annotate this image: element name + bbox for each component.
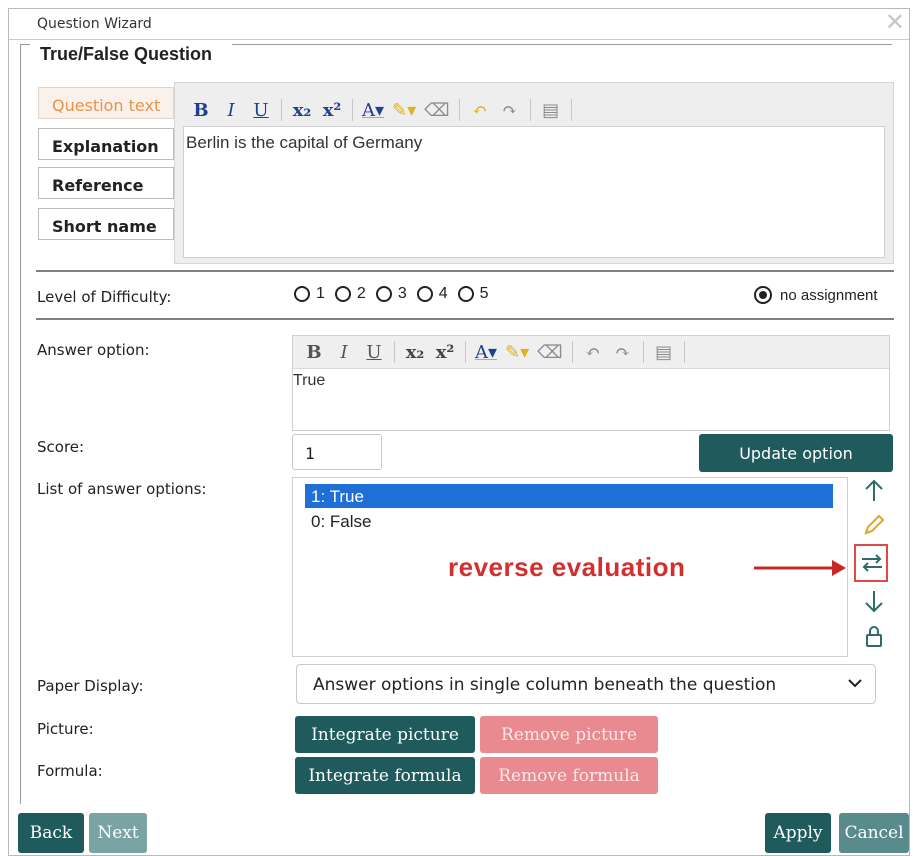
tab-question-text[interactable]: Question text <box>38 87 174 119</box>
paste-icon[interactable]: ▤ <box>540 100 562 121</box>
window-title: Question Wizard <box>37 16 152 32</box>
toolbar-separator <box>281 99 282 121</box>
superscript-icon[interactable]: x² <box>321 100 343 121</box>
difficulty-option-1[interactable]: 1 <box>294 285 325 303</box>
list-item[interactable]: 1: True <box>305 484 833 508</box>
toolbar-separator <box>465 341 466 363</box>
answer-option-editor: B I U x₂ x² A▾ ✎▾ ⌫ ↶ ↷ ▤ True <box>292 335 890 431</box>
bold-icon[interactable]: B <box>190 100 212 121</box>
answer-option-text[interactable]: True <box>293 372 325 390</box>
undo-icon[interactable]: ↶ <box>582 342 604 363</box>
redo-icon[interactable]: ↷ <box>612 342 634 363</box>
answer-editor-toolbar: B I U x₂ x² A▾ ✎▾ ⌫ ↶ ↷ ▤ <box>299 338 690 366</box>
tab-explanation[interactable]: Explanation <box>38 128 174 160</box>
close-icon[interactable]: ✕ <box>885 11 905 35</box>
toolbar-separator <box>529 99 531 121</box>
score-input[interactable]: 1 <box>292 434 382 470</box>
answer-editor-toolbar-bar: B I U x₂ x² A▾ ✎▾ ⌫ ↶ ↷ ▤ <box>293 336 889 369</box>
group-border <box>20 44 21 804</box>
paper-display-label: Paper Display: <box>37 677 144 695</box>
divider <box>36 270 894 272</box>
redo-icon[interactable]: ↷ <box>499 100 521 121</box>
arrow-down-icon[interactable] <box>860 587 888 615</box>
radio-icon[interactable] <box>375 286 392 302</box>
paste-icon[interactable]: ▤ <box>653 342 675 363</box>
difficulty-option-label: 1 <box>316 285 325 302</box>
cancel-button[interactable]: Cancel <box>839 813 909 853</box>
difficulty-label: Level of Difficulty: <box>37 288 172 306</box>
clear-format-icon[interactable]: ⌫ <box>424 100 449 121</box>
divider <box>36 318 894 320</box>
remove-formula-button[interactable]: Remove formula <box>480 757 658 794</box>
group-border <box>232 44 892 45</box>
toolbar-separator <box>642 341 644 363</box>
clear-format-icon[interactable]: ⌫ <box>537 342 562 363</box>
group-border <box>20 44 30 45</box>
toolbar-separator <box>352 99 353 121</box>
next-button[interactable]: Next <box>89 813 147 853</box>
subscript-icon[interactable]: x₂ <box>291 100 313 121</box>
radio-icon[interactable] <box>334 286 351 302</box>
tab-short-name[interactable]: Short name <box>38 208 174 240</box>
toolbar-separator <box>571 341 573 363</box>
remove-picture-button[interactable]: Remove picture <box>480 716 658 753</box>
radio-icon[interactable] <box>294 286 310 302</box>
difficulty-option-3[interactable]: 3 <box>375 285 407 303</box>
highlight-icon[interactable]: ✎▾ <box>505 342 529 363</box>
undo-icon[interactable]: ↶ <box>469 100 491 121</box>
underline-icon[interactable]: U <box>250 100 272 121</box>
radio-icon[interactable] <box>416 286 433 302</box>
lock-icon[interactable] <box>860 623 888 651</box>
group-title: True/False Question <box>40 44 213 64</box>
answer-option-label: Answer option: <box>37 341 150 359</box>
superscript-icon[interactable]: x² <box>434 342 456 363</box>
difficulty-option-label: 5 <box>479 285 489 302</box>
question-editor-toolbar: B I U x₂ x² A▾ ✎▾ ⌫ ↶ ↷ ▤ <box>186 96 577 124</box>
toolbar-separator <box>570 99 572 121</box>
bold-icon[interactable]: B <box>303 342 325 363</box>
difficulty-option-2[interactable]: 2 <box>334 285 366 303</box>
list-item[interactable]: 0: False <box>305 509 833 533</box>
update-option-button[interactable]: Update option <box>699 434 893 472</box>
underline-icon[interactable]: U <box>363 342 385 363</box>
paper-display-select[interactable]: Answer options in single column beneath … <box>296 664 876 704</box>
font-color-icon[interactable]: A▾ <box>475 342 497 363</box>
pencil-icon[interactable] <box>860 511 888 539</box>
italic-icon[interactable]: I <box>333 342 355 363</box>
difficulty-option-label: 2 <box>356 285 366 302</box>
radio-icon[interactable] <box>457 286 474 302</box>
formula-label: Formula: <box>37 762 103 780</box>
difficulty-option-label: 3 <box>397 285 407 302</box>
font-color-icon[interactable]: A▾ <box>362 100 384 121</box>
question-text-editor[interactable]: Berlin is the capital of Germany <box>183 126 885 258</box>
apply-button[interactable]: Apply <box>765 813 831 853</box>
chevron-down-icon <box>848 679 862 688</box>
integrate-formula-button[interactable]: Integrate formula <box>295 757 475 794</box>
picture-label: Picture: <box>37 720 94 738</box>
difficulty-option-label: 4 <box>438 285 448 302</box>
difficulty-radio-group: 1 2 3 4 5 <box>294 285 489 303</box>
difficulty-option-4[interactable]: 4 <box>416 285 448 303</box>
reverse-evaluation-annotation: reverse evaluation <box>448 552 686 582</box>
answer-list-label: List of answer options: <box>37 480 207 498</box>
integrate-picture-button[interactable]: Integrate picture <box>295 716 475 753</box>
toolbar-separator <box>458 99 460 121</box>
title-bar: Question Wizard ✕ <box>9 9 909 40</box>
toolbar-separator <box>683 341 685 363</box>
score-label: Score: <box>37 438 85 456</box>
italic-icon[interactable]: I <box>220 100 242 121</box>
highlight-icon[interactable]: ✎▾ <box>392 100 416 121</box>
toolbar-separator <box>394 341 395 363</box>
tab-reference[interactable]: Reference <box>38 167 174 199</box>
no-assignment-label: no assignment <box>780 286 878 304</box>
difficulty-option-5[interactable]: 5 <box>457 285 489 303</box>
paper-display-value: Answer options in single column beneath … <box>313 675 777 695</box>
radio-selected-icon[interactable] <box>754 286 772 304</box>
annotation-arrow-icon <box>754 560 846 576</box>
annotation-highlight-box <box>854 544 888 582</box>
back-button[interactable]: Back <box>18 813 84 853</box>
arrow-up-icon[interactable] <box>860 477 888 505</box>
subscript-icon[interactable]: x₂ <box>404 342 426 363</box>
difficulty-no-assignment[interactable]: no assignment <box>754 286 878 304</box>
